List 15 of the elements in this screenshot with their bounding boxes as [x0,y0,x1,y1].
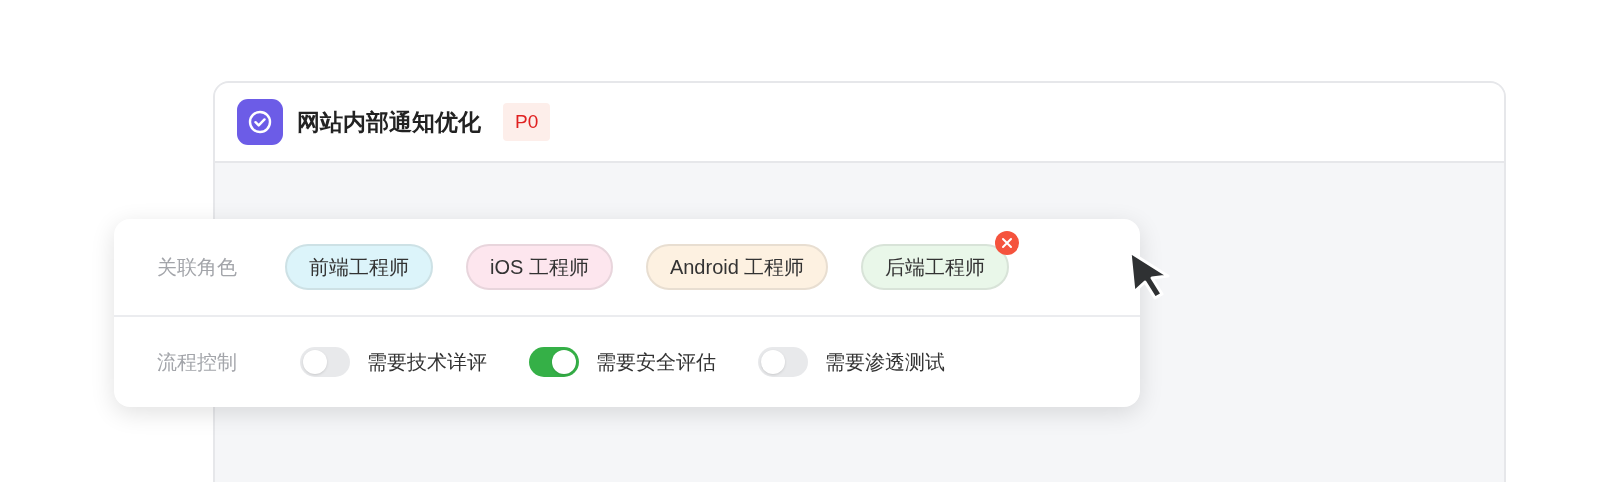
toggle-switch[interactable] [300,347,350,377]
role-tag[interactable]: Android 工程师 [645,244,829,290]
role-tag[interactable]: iOS 工程师 [466,244,613,290]
toggle-switch[interactable] [529,347,579,377]
close-icon[interactable] [995,231,1020,255]
switch-label: 需要安全评估 [596,350,716,375]
priority-badge: P0 [503,102,551,142]
role-tag[interactable]: 后端工程师 [861,244,1010,290]
field-label: 流程控制 [157,350,238,375]
toggle-switch[interactable] [758,347,808,377]
role-tag[interactable]: 前端工程师 [285,244,433,290]
switch-label: 需要技术详评 [367,350,487,375]
switch-label: 需要渗透测试 [825,350,945,375]
field-label: 关联角色 [157,255,238,280]
task-title: 网站内部通知优化 [297,107,481,137]
